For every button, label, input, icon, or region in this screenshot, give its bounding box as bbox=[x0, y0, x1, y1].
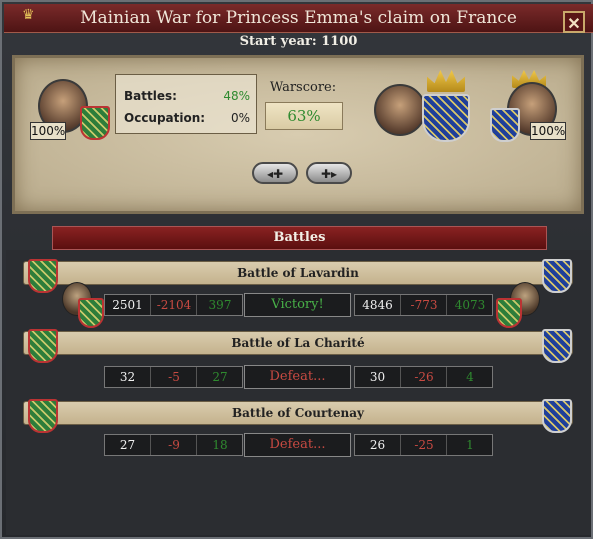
survivors: 1 bbox=[446, 435, 493, 455]
war-window: Mainian War for Princess Emma's claim on… bbox=[0, 0, 593, 539]
occupation-value: 0% bbox=[230, 111, 250, 125]
france-coat-of-arms-icon[interactable] bbox=[422, 94, 470, 142]
battles-value: 48% bbox=[223, 89, 250, 103]
defender-percent: 100% bbox=[530, 122, 566, 140]
start-year: Start year: 1100 bbox=[239, 34, 358, 49]
battle-result: Victory! bbox=[244, 293, 351, 317]
stats-box: Battles: 48% Occupation: 0% bbox=[115, 74, 257, 134]
losses: -26 bbox=[400, 367, 447, 387]
next-war-button[interactable]: ✚▸ bbox=[306, 162, 352, 184]
warscore-value: 63% bbox=[265, 102, 343, 130]
survivors: 27 bbox=[196, 367, 243, 387]
battle-name: Battle of Lavardin bbox=[237, 266, 359, 280]
battle-name: Battle of La Charité bbox=[231, 336, 365, 350]
battle-row[interactable]: Battle of La Charité bbox=[24, 329, 572, 363]
attacker-coat-of-arms-icon[interactable] bbox=[80, 106, 110, 140]
crown-icon: ♛ bbox=[22, 7, 35, 23]
defender-troops-box: 26 -25 1 bbox=[354, 434, 493, 456]
attacker-troops-box: 32 -5 27 bbox=[104, 366, 243, 388]
commander-shield-icon bbox=[496, 298, 522, 328]
attacker-troops-box: 2501 -2104 397 bbox=[104, 294, 243, 316]
battles-header: Battles bbox=[52, 226, 547, 250]
warscore: Warscore: 63% bbox=[263, 80, 343, 134]
battle-row[interactable]: Battle of Courtenay bbox=[24, 399, 572, 433]
previous-war-button[interactable]: ◂✚ bbox=[252, 162, 298, 184]
defender-coat-of-arms-icon[interactable] bbox=[490, 108, 520, 142]
battles-row: Battles: 48% bbox=[124, 89, 250, 103]
troops: 2501 bbox=[112, 298, 143, 312]
defender-shield-icon bbox=[542, 259, 572, 293]
window-title: Mainian War for Princess Emma's claim on… bbox=[4, 4, 593, 33]
survivors: 397 bbox=[196, 295, 243, 315]
claimant-portrait[interactable] bbox=[374, 84, 426, 136]
troops: 26 bbox=[369, 438, 386, 452]
attacker-troops-box: 27 -9 18 bbox=[104, 434, 243, 456]
troops: 4846 bbox=[362, 298, 393, 312]
troops: 32 bbox=[119, 370, 136, 384]
defender-troops-box: 30 -26 4 bbox=[354, 366, 493, 388]
attacker-percent: 100% bbox=[30, 122, 66, 140]
survivors: 4 bbox=[446, 367, 493, 387]
defender-shield-icon bbox=[542, 329, 572, 363]
troops: 27 bbox=[119, 438, 136, 452]
battle-result: Defeat... bbox=[244, 433, 351, 457]
survivors: 18 bbox=[196, 435, 243, 455]
occupation-row: Occupation: 0% bbox=[124, 111, 250, 125]
warscore-label: Warscore: bbox=[269, 80, 337, 95]
losses: -2104 bbox=[150, 295, 197, 315]
losses: -9 bbox=[150, 435, 197, 455]
losses: -773 bbox=[400, 295, 447, 315]
close-button[interactable]: ✕ bbox=[563, 11, 585, 33]
battles-label: Battles: bbox=[124, 89, 177, 103]
occupation-label: Occupation: bbox=[124, 111, 206, 125]
losses: -25 bbox=[400, 435, 447, 455]
losses: -5 bbox=[150, 367, 197, 387]
battle-name: Battle of Courtenay bbox=[232, 406, 364, 420]
survivors: 4073 bbox=[446, 295, 493, 315]
troops: 30 bbox=[369, 370, 386, 384]
battle-row[interactable]: Battle of Lavardin bbox=[24, 259, 572, 293]
defender-shield-icon bbox=[542, 399, 572, 433]
battle-result: Defeat... bbox=[244, 365, 351, 389]
commander-shield-icon bbox=[78, 298, 104, 328]
defender-troops-box: 4846 -773 4073 bbox=[354, 294, 493, 316]
